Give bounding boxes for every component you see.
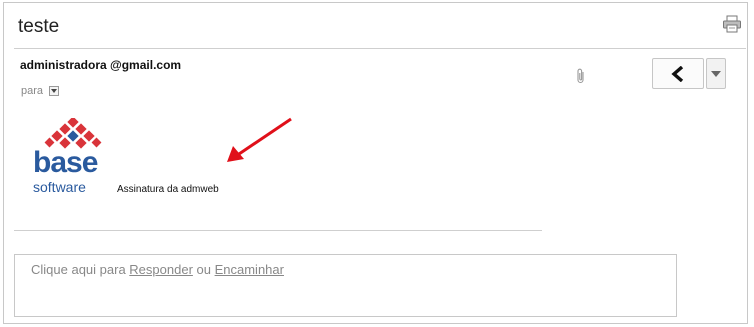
recipient-label: para xyxy=(21,85,44,97)
body-divider xyxy=(14,230,542,231)
header-divider xyxy=(14,48,746,49)
annotation-arrow-icon xyxy=(227,117,292,162)
paperclip-icon[interactable] xyxy=(576,68,586,84)
reply-prompt-separator: ou xyxy=(192,262,215,277)
signature-text: Assinatura da admweb xyxy=(117,184,219,195)
sender-address: administradora @gmail.com xyxy=(20,58,182,72)
reply-link[interactable]: Responder xyxy=(129,262,193,277)
base-software-logo: base software xyxy=(31,118,117,196)
email-view: teste administradora @gmail.com para bas… xyxy=(3,2,748,324)
reply-arrow-icon xyxy=(671,65,684,82)
recipient-dropdown-icon[interactable] xyxy=(49,86,60,96)
reply-prompt: Clique aqui para Responder ou Encaminhar xyxy=(31,262,284,277)
email-subject: teste xyxy=(18,16,60,37)
logo-base-text: base xyxy=(33,146,98,179)
reply-button[interactable] xyxy=(652,58,704,89)
print-icon[interactable] xyxy=(722,15,742,33)
quick-reply-box[interactable]: Clique aqui para Responder ou Encaminhar xyxy=(14,254,677,317)
forward-link[interactable]: Encaminhar xyxy=(215,262,284,277)
more-actions-button[interactable] xyxy=(706,58,726,89)
reply-prompt-prefix: Clique aqui para xyxy=(31,262,130,277)
recipient-row: para xyxy=(21,85,60,97)
logo-software-text: software xyxy=(33,179,86,195)
chevron-down-icon xyxy=(711,70,721,77)
